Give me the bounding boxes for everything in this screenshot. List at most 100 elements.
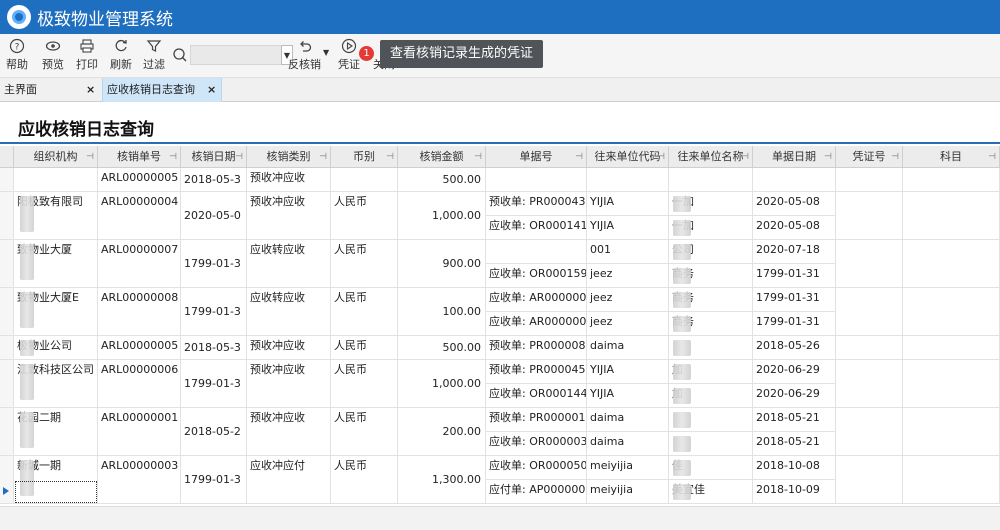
cell-subject[interactable] [903,168,1000,192]
cell-amount[interactable]: 1,000.00 [398,360,486,408]
cell-code[interactable]: YIJIA [587,216,669,240]
column-header-docdate[interactable]: 单据日期 ⊣ [753,146,836,168]
cell-voucher[interactable] [836,360,903,408]
cell-voucher[interactable] [836,168,903,192]
cell-docdate[interactable]: 2018-05-21 [753,408,836,432]
horizontal-scrollbar[interactable] [0,506,1000,530]
column-pin-icon[interactable]: ⊣ [657,146,665,168]
row-selector[interactable] [0,336,14,360]
cell-amount[interactable]: 100.00 [398,288,486,336]
cell-no[interactable]: ARL00000005 [98,336,181,360]
unverify-dropdown-icon[interactable]: ▼ [323,48,329,57]
cell-amount[interactable]: 200.00 [398,408,486,456]
cell-docdate[interactable]: 1799-01-31 [753,312,836,336]
cell-currency[interactable]: 人民币 [331,192,398,240]
cell-type[interactable]: 预收冲应收 [247,168,331,192]
cell-doc[interactable]: 预收单: PR000043 [486,192,587,216]
cell-code[interactable]: daima [587,432,669,456]
cell-doc[interactable]: 预收单: PR000001 [486,408,587,432]
cell-voucher[interactable] [836,240,903,288]
column-pin-icon[interactable]: ⊣ [86,146,94,168]
row-selector[interactable] [0,288,14,336]
voucher-button[interactable]: 凭证 [338,38,360,72]
cell-type[interactable]: 预收冲应收 [247,336,331,360]
cell-doc[interactable]: 应收单: OR000159 [486,264,587,288]
cell-voucher[interactable] [836,336,903,360]
cell-code[interactable]: YIJIA [587,192,669,216]
cell-type[interactable]: 应收冲应付 [247,456,331,504]
column-pin-icon[interactable]: ⊣ [235,146,243,168]
row-selector[interactable] [0,192,14,240]
cell-no[interactable]: ARL00000004 [98,192,181,240]
cell-docdate[interactable]: 2020-06-29 [753,360,836,384]
cell-date[interactable]: 2018-05-3 [181,336,247,360]
cell-code[interactable]: 001 [587,240,669,264]
cell-subject[interactable] [903,336,1000,360]
cell-type[interactable]: 预收冲应收 [247,408,331,456]
column-header-currency[interactable]: 币别 ⊣ [331,146,398,168]
cell-doc[interactable] [486,168,587,192]
cell-docdate[interactable]: 2018-10-09 [753,480,836,504]
print-button[interactable]: 打印 [76,38,98,72]
column-pin-icon[interactable]: ⊣ [824,146,832,168]
unverify-button[interactable]: 反核销 [288,38,321,72]
cell-name[interactable] [669,168,753,192]
cell-subject[interactable] [903,408,1000,456]
column-pin-icon[interactable]: ⊣ [169,146,177,168]
column-header-doc[interactable]: 单据号 ⊣ [486,146,587,168]
cell-code[interactable]: jeez [587,312,669,336]
cell-docdate[interactable]: 2020-05-08 [753,216,836,240]
cell-subject[interactable] [903,240,1000,288]
column-header-code[interactable]: 往来单位代码 ⊣ [587,146,669,168]
column-pin-icon[interactable]: ⊣ [575,146,583,168]
column-pin-icon[interactable]: ⊣ [891,146,899,168]
row-selector[interactable] [0,168,14,192]
cell-no[interactable]: ARL00000007 [98,240,181,288]
cell-no[interactable]: ARL00000003 [98,456,181,504]
cell-type[interactable]: 预收冲应收 [247,192,331,240]
cell-code[interactable]: jeez [587,288,669,312]
column-pin-icon[interactable]: ⊣ [386,146,394,168]
column-header-date[interactable]: 核销日期 ⊣ [181,146,247,168]
column-pin-icon[interactable]: ⊣ [988,146,996,168]
cell-currency[interactable]: 人民币 [331,360,398,408]
cell-currency[interactable]: 人民币 [331,408,398,456]
cell-doc[interactable]: 应收单: OR000144 [486,384,587,408]
tab-main[interactable]: 主界面 × [0,78,102,102]
cell-type[interactable]: 预收冲应收 [247,360,331,408]
cell-amount[interactable]: 900.00 [398,240,486,288]
cell-doc[interactable]: 应收单: OR000141 [486,216,587,240]
cell-subject[interactable] [903,192,1000,240]
cell-doc[interactable]: 预收单: PR000008 [486,336,587,360]
cell-code[interactable]: jeez [587,264,669,288]
cell-no[interactable]: ARL00000006 [98,360,181,408]
cell-code[interactable] [587,168,669,192]
cell-code[interactable]: YIJIA [587,360,669,384]
cell-date[interactable]: 1799-01-3 [181,240,247,288]
cell-voucher[interactable] [836,192,903,240]
focused-cell[interactable] [15,481,97,503]
cell-subject[interactable] [903,360,1000,408]
cell-doc[interactable] [486,240,587,264]
column-pin-icon[interactable]: ⊣ [741,146,749,168]
cell-date[interactable]: 2018-05-3 [181,168,247,192]
cell-amount[interactable]: 1,000.00 [398,192,486,240]
cell-currency[interactable]: 人民币 [331,240,398,288]
cell-docdate[interactable]: 2020-06-29 [753,384,836,408]
cell-docdate[interactable]: 2018-05-21 [753,432,836,456]
cell-doc[interactable]: 应收单: AR000000085 [486,288,587,312]
cell-amount[interactable]: 500.00 [398,336,486,360]
cell-docdate[interactable] [753,168,836,192]
cell-amount[interactable]: 500.00 [398,168,486,192]
column-header-type[interactable]: 核销类别 ⊣ [247,146,331,168]
cell-currency[interactable] [331,168,398,192]
cell-code[interactable]: daima [587,408,669,432]
cell-date[interactable]: 1799-01-3 [181,288,247,336]
cell-subject[interactable] [903,288,1000,336]
cell-docdate[interactable]: 1799-01-31 [753,288,836,312]
search-input[interactable] [190,45,282,65]
cell-docdate[interactable]: 1799-01-31 [753,264,836,288]
cell-currency[interactable]: 人民币 [331,336,398,360]
cell-doc[interactable]: 应收单: OR000003 [486,432,587,456]
cell-amount[interactable]: 1,300.00 [398,456,486,504]
